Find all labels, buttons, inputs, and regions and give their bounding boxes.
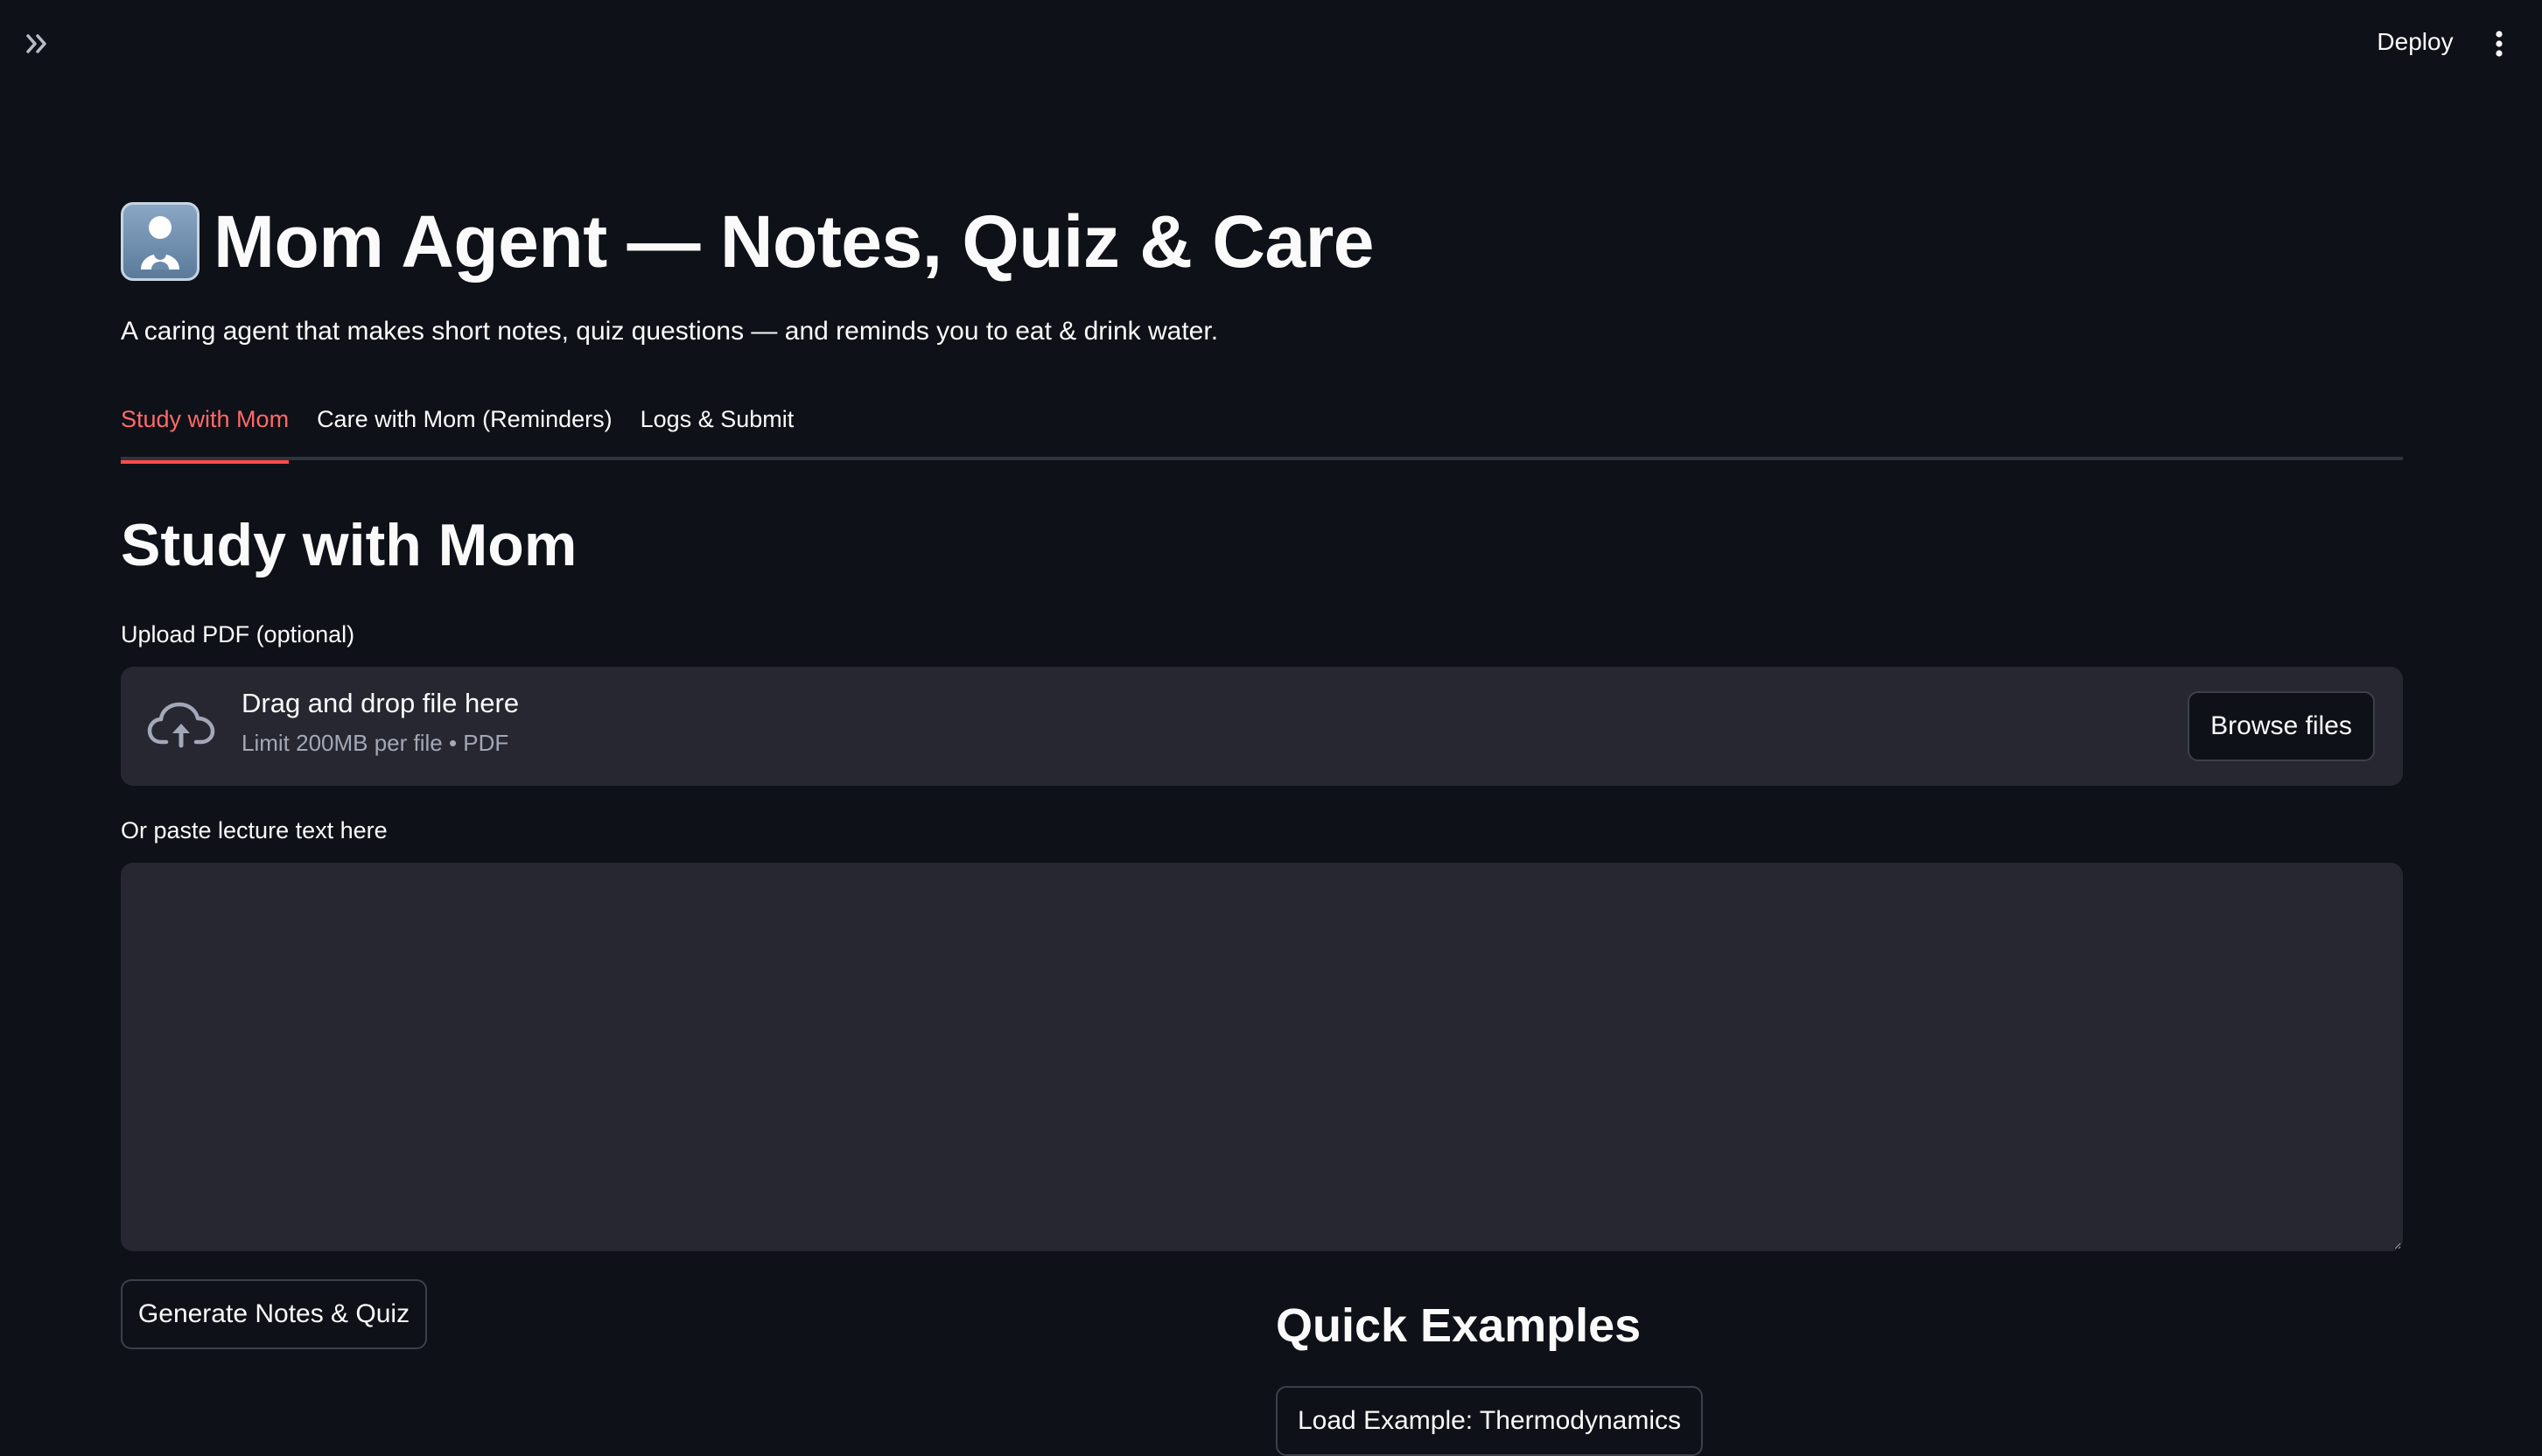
lecture-text-label: Or paste lecture text here	[121, 817, 388, 844]
generate-notes-quiz-button[interactable]: Generate Notes & Quiz	[121, 1279, 427, 1349]
page-header: Mom Agent — Notes, Quiz & Care	[121, 196, 1375, 287]
load-example-thermodynamics-button[interactable]: Load Example: Thermodynamics	[1276, 1386, 1703, 1456]
browse-files-button[interactable]: Browse files	[2188, 691, 2375, 761]
tab-logs-and-submit[interactable]: Logs & Submit	[641, 397, 795, 460]
tab-bar: Study with Mom Care with Mom (Reminders)…	[121, 397, 2403, 464]
tab-study-with-mom[interactable]: Study with Mom	[121, 397, 290, 464]
page-title: Mom Agent — Notes, Quiz & Care	[214, 200, 1375, 283]
drop-instructions: Drag and drop file here	[242, 688, 520, 718]
page-subtitle: A caring agent that makes short notes, q…	[121, 317, 1219, 346]
section-title: Study with Mom	[121, 512, 578, 578]
vertical-dots-icon	[2496, 31, 2503, 57]
mother-with-baby-icon	[121, 202, 200, 281]
top-bar: Deploy	[0, 0, 2542, 88]
main-menu-button[interactable]	[2480, 23, 2518, 65]
lecture-text-input[interactable]	[121, 863, 2403, 1251]
pdf-uploader-dropzone[interactable]: Drag and drop file here Limit 200MB per …	[121, 667, 2403, 786]
deploy-button[interactable]: Deploy	[2363, 23, 2468, 61]
upload-label: Upload PDF (optional)	[121, 621, 355, 648]
upload-limit-hint: Limit 200MB per file • PDF	[242, 730, 509, 756]
tab-care-with-mom[interactable]: Care with Mom (Reminders)	[317, 397, 613, 460]
expand-sidebar-button[interactable]	[18, 24, 56, 63]
double-chevron-right-icon	[26, 34, 46, 53]
cloud-upload-icon	[147, 702, 215, 748]
quick-examples-heading: Quick Examples	[1276, 1299, 1642, 1352]
